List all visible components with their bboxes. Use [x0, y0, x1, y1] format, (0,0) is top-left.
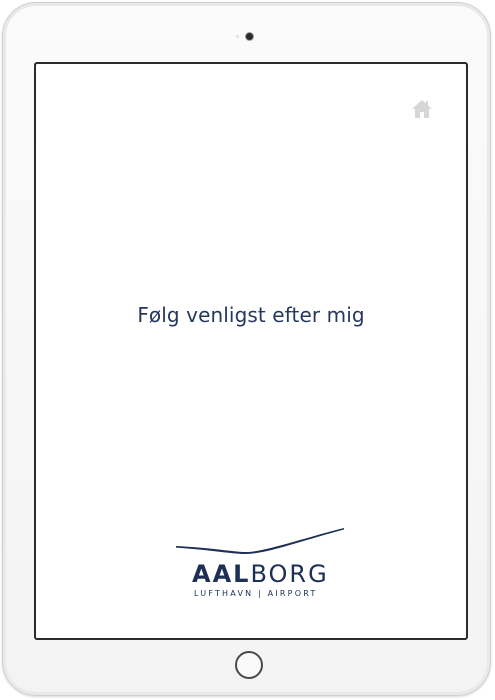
logo-wordmark-light: BORG	[250, 560, 329, 588]
aalborg-airport-logo: AALBORG LUFTHAVN | AIRPORT	[174, 526, 346, 606]
front-camera	[246, 33, 253, 40]
logo-wordmark: AALBORG	[192, 562, 329, 586]
logo-subtitle: LUFTHAVN | AIRPORT	[194, 589, 318, 598]
sensor-dot	[236, 35, 239, 38]
tablet-frame: Følg venligst efter mig AALBORG LUFTHAVN…	[2, 2, 491, 696]
follow-me-message: Følg venligst efter mig	[137, 303, 365, 327]
device-home-button[interactable]	[235, 651, 263, 679]
logo-wordmark-bold: AAL	[192, 560, 251, 588]
tablet-screen: Følg venligst efter mig AALBORG LUFTHAVN…	[34, 62, 468, 640]
home-icon[interactable]	[411, 99, 433, 119]
logo-wing-swoosh	[176, 528, 344, 554]
